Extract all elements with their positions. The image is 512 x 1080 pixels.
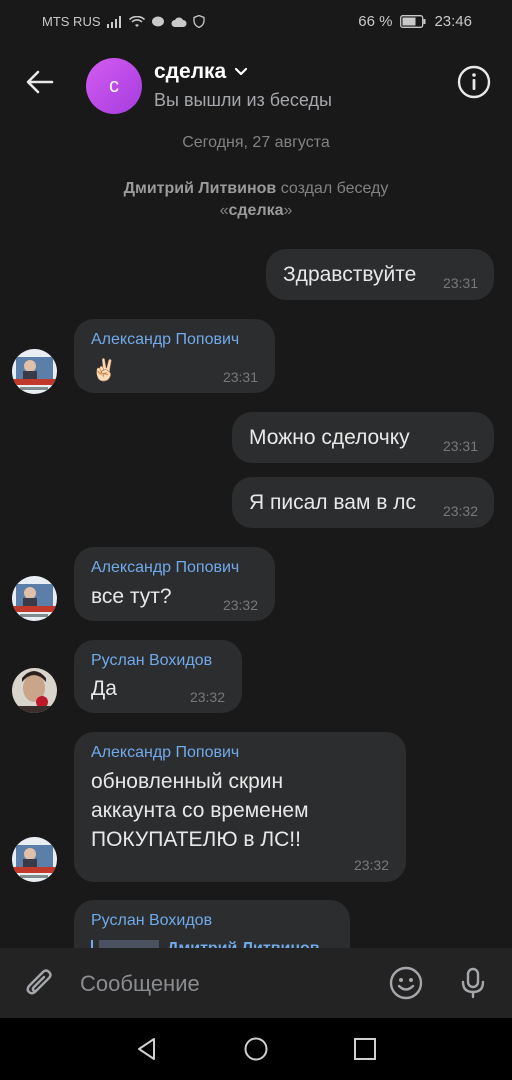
chat-subtitle: Вы вышли из беседы [154, 90, 332, 110]
wifi-icon [128, 15, 145, 28]
smile-icon [389, 966, 423, 1000]
message-bubble-outgoing[interactable]: Можно сделочку 23:31 [232, 412, 494, 463]
system-message-chat-name: сделка [228, 202, 284, 219]
info-button[interactable] [456, 64, 492, 100]
message-bubble-outgoing[interactable]: Здравствуйте 23:31 [266, 249, 494, 300]
microphone-icon [461, 967, 485, 999]
nav-recents-button[interactable] [352, 1036, 378, 1062]
message-composer [0, 948, 512, 1018]
cloud-icon [171, 16, 187, 28]
message-time: 23:32 [222, 597, 258, 613]
nav-home-button[interactable] [243, 1036, 269, 1062]
message-text: Я писал вам в лс [249, 491, 416, 514]
message-text-line: аккаунта со временем [91, 799, 309, 822]
avatar[interactable] [12, 576, 57, 621]
emoji-button[interactable] [388, 965, 424, 1001]
message-time: 23:32 [353, 857, 389, 873]
system-message-text: создал беседу [280, 180, 389, 197]
chat-title: сделка [154, 60, 227, 83]
status-bar: MTS RUS 66 % 23:46 [0, 0, 512, 44]
message-text: ✌🏻 [91, 358, 118, 382]
chevron-down-icon [235, 67, 248, 76]
paperclip-icon [26, 969, 52, 995]
shield-icon [192, 15, 205, 28]
message-time: 23:31 [222, 369, 258, 385]
message-author: Руслан Вохидов [91, 912, 213, 929]
voice-message-button[interactable] [455, 965, 491, 1001]
info-icon [457, 65, 491, 99]
circle-home-icon [244, 1037, 268, 1061]
message-text-line: ПОКУПАТЕЛЮ в ЛС!! [91, 828, 301, 851]
message-author: Александр Попович [91, 744, 240, 761]
battery-percent: 66 % [358, 13, 393, 30]
carrier-label: MTS RUS [42, 14, 101, 29]
message-bubble-incoming[interactable]: Александр Попович обновленный скрин акка… [74, 732, 406, 882]
system-navigation-bar [0, 1018, 512, 1080]
chat-screen: MTS RUS 66 % 23:46 с сделка Вы вышли из … [0, 0, 512, 1080]
quote-close: » [283, 202, 293, 219]
message-time: 23:32 [442, 503, 478, 519]
message-time: 23:31 [442, 438, 478, 454]
message-author: Александр Попович [91, 559, 240, 576]
system-message: Дмитрий Литвинов создал беседу «сделка» [60, 178, 452, 222]
signal-icon [106, 15, 123, 28]
back-button[interactable] [22, 64, 58, 100]
chat-avatar-letter: с [109, 74, 119, 97]
avatar[interactable] [12, 668, 57, 713]
chat-avatar[interactable]: с [86, 58, 142, 114]
message-text: все тут? [91, 585, 172, 608]
message-bubble-incoming[interactable]: Александр Попович все тут? 23:32 [74, 547, 275, 621]
system-message-author: Дмитрий Литвинов [123, 180, 277, 197]
message-text-line: обновленный скрин [91, 770, 284, 793]
message-author: Руслан Вохидов [91, 652, 213, 669]
message-bubble-incoming[interactable]: Руслан Вохидов Да 23:32 [74, 640, 242, 713]
message-time: 23:32 [189, 689, 225, 705]
triangle-back-icon [138, 1038, 155, 1060]
chat-header: с сделка Вы вышли из беседы [0, 44, 512, 126]
message-bubble-incoming[interactable]: Александр Попович ✌🏻 23:31 [74, 319, 275, 393]
nav-back-button[interactable] [134, 1036, 160, 1062]
message-text: Да [91, 677, 117, 700]
chat-title-button[interactable]: сделка [154, 60, 248, 84]
message-bubble-outgoing[interactable]: Я писал вам в лс 23:32 [232, 477, 494, 528]
message-icon [151, 16, 165, 28]
avatar[interactable] [12, 837, 57, 882]
clock: 23:46 [434, 13, 472, 30]
message-text: Можно сделочку [249, 426, 410, 449]
message-text: Здравствуйте [283, 263, 417, 286]
avatar[interactable] [12, 349, 57, 394]
message-input[interactable] [80, 970, 370, 998]
attach-button[interactable] [22, 965, 58, 1001]
battery-icon [400, 15, 426, 28]
message-time: 23:31 [442, 275, 478, 291]
arrow-left-icon [26, 70, 54, 94]
square-recents-icon [354, 1038, 376, 1060]
date-separator: Сегодня, 27 августа [182, 134, 330, 151]
message-author: Александр Попович [91, 331, 240, 348]
